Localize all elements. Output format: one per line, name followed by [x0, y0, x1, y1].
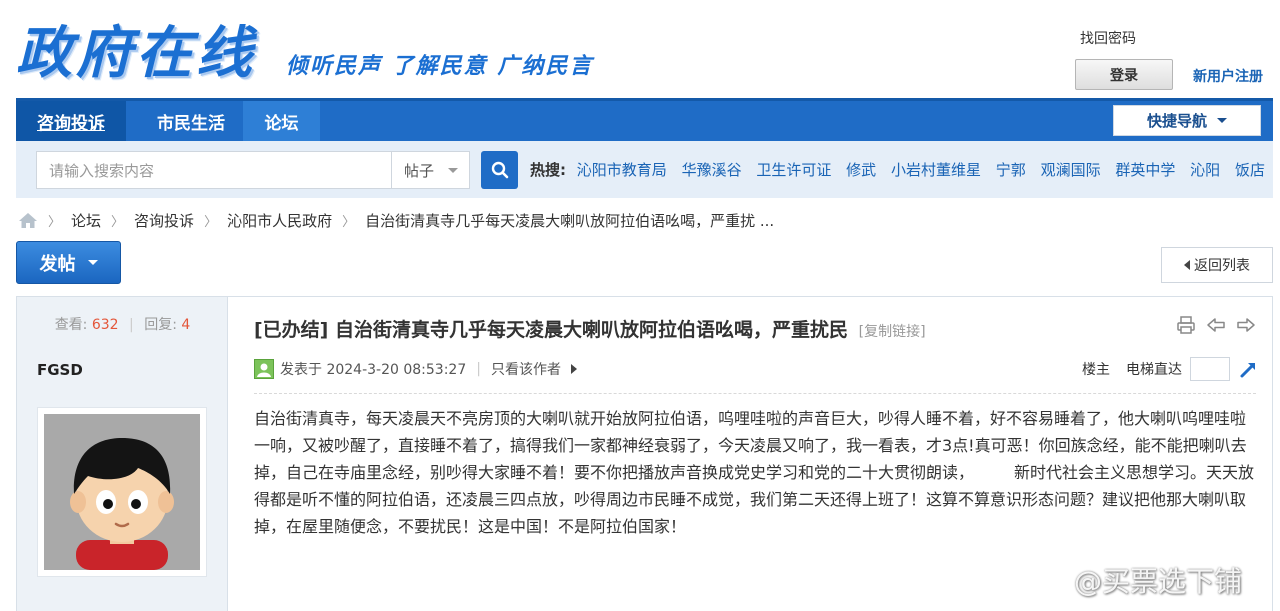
chevron-down-icon	[448, 167, 459, 173]
author-sidebar: 查看: 632 | 回复: 4 FGSD	[17, 297, 228, 611]
hot-link[interactable]: 群英中学	[1115, 161, 1175, 179]
title-tools	[1176, 315, 1256, 335]
chevron-down-icon	[87, 260, 98, 265]
triangle-left-icon	[1184, 260, 1190, 270]
watermark-text: @买票选下铺	[1074, 565, 1243, 598]
breadcrumb-separator: 〉	[342, 214, 356, 230]
breadcrumb-current: 自治街清真寺几乎每天凌晨大喇叭放阿拉伯语吆喝，严重扰 ...	[365, 211, 775, 230]
back-to-list-button[interactable]: 返回列表	[1161, 247, 1273, 283]
posted-at: 发表于 2024-3-20 08:53:27	[280, 362, 467, 378]
breadcrumb-separator: 〉	[111, 214, 125, 230]
jump-icon[interactable]	[1238, 358, 1260, 380]
post-divider	[254, 393, 1256, 394]
nav-item-consult[interactable]: 咨询投诉	[16, 101, 126, 141]
floor-number-input[interactable]	[1190, 357, 1230, 381]
post-title-text: [已办结] 自治街清真寺几乎每天凌晨大喇叭放阿拉伯语吆喝，严重扰民	[254, 319, 848, 341]
triangle-right-icon	[570, 364, 577, 374]
search-button[interactable]	[481, 151, 518, 189]
breadcrumb-item[interactable]: 咨询投诉	[134, 210, 194, 231]
hot-link[interactable]: 华豫溪谷	[682, 161, 742, 179]
back-to-list-label: 返回列表	[1194, 258, 1250, 274]
nav-item-life[interactable]: 市民生活	[136, 101, 246, 141]
weibo-logo-icon	[1040, 568, 1073, 594]
avatar-image	[44, 414, 200, 570]
new-post-button[interactable]: 发帖	[16, 241, 121, 284]
search-icon	[491, 161, 508, 179]
hot-link[interactable]: 沁阳市教育局	[577, 161, 667, 179]
hot-search: 热搜: 沁阳市教育局 华豫溪谷 卫生许可证 修武 小岩村董维星 宁郭 观澜国际 …	[530, 159, 1275, 180]
replies-label: 回复:	[144, 317, 177, 333]
search-scope-select[interactable]: 帖子	[391, 151, 470, 189]
next-thread-icon[interactable]	[1236, 315, 1256, 335]
post-stats: 查看: 632 | 回复: 4	[17, 314, 228, 334]
nav-item-forum[interactable]: 论坛	[243, 101, 320, 141]
hot-link[interactable]: 饭店	[1235, 161, 1265, 179]
hot-link[interactable]: 小岩村董维星	[891, 161, 981, 179]
only-author-link[interactable]: 只看该作者	[491, 359, 561, 379]
author-name[interactable]: FGSD	[37, 361, 83, 379]
register-link[interactable]: 新用户注册	[1193, 66, 1263, 86]
weibo-watermark: @买票选下铺	[1040, 560, 1242, 600]
elevator-label: 电梯直达	[1126, 362, 1182, 378]
print-icon[interactable]	[1176, 315, 1196, 335]
quick-nav-button[interactable]: 快捷导航	[1113, 105, 1261, 136]
floor-label: 楼主	[1082, 362, 1110, 378]
views-label: 查看:	[54, 317, 88, 333]
breadcrumb: 〉 论坛 〉 咨询投诉 〉 沁阳市人民政府 〉 自治街清真寺几乎每天凌晨大喇叭放…	[18, 208, 774, 232]
hot-search-label: 热搜:	[530, 161, 566, 179]
logo-text: 政府在线	[16, 20, 256, 86]
user-online-icon	[254, 359, 274, 379]
search-scope-label: 帖子	[404, 161, 435, 180]
login-button[interactable]: 登录	[1075, 59, 1173, 90]
stats-divider: |	[129, 317, 134, 333]
avatar[interactable]	[37, 407, 207, 577]
hot-link[interactable]: 卫生许可证	[756, 161, 831, 179]
floor-tools: 楼主 电梯直达	[1082, 357, 1260, 381]
main-nav: 咨询投诉 市民生活 论坛 快捷导航	[16, 98, 1273, 141]
post-body: 自治街清真寺，每天凌晨天不亮房顶的大喇叭就开始放阿拉伯语，呜哩哇啦的声音巨大，吵…	[254, 409, 1255, 536]
breadcrumb-separator: 〉	[48, 214, 62, 230]
post-title: [已办结] 自治街清真寺几乎每天凌晨大喇叭放阿拉伯语吆喝，严重扰民 [复制链接]	[254, 315, 926, 342]
hot-link[interactable]: 修武	[846, 161, 876, 179]
search-input[interactable]: 请输入搜索内容	[36, 151, 392, 189]
breadcrumb-separator: 〉	[204, 214, 218, 230]
hot-link[interactable]: 观澜国际	[1041, 161, 1101, 179]
search-bar: 请输入搜索内容 帖子 热搜: 沁阳市教育局 华豫溪谷 卫生许可证 修武 小岩村董…	[16, 141, 1273, 198]
replies-count: 4	[181, 317, 191, 333]
breadcrumb-item[interactable]: 沁阳市人民政府	[227, 210, 332, 231]
hot-link[interactable]: 宁郭	[996, 161, 1026, 179]
home-icon[interactable]	[18, 212, 38, 229]
site-logo[interactable]: 政府在线 倾听民声 了解民意 广纳民言	[16, 8, 626, 90]
meta-divider: |	[476, 361, 481, 377]
logo-slogan: 倾听民声 了解民意 广纳民言	[286, 53, 594, 79]
forgot-password-link[interactable]: 找回密码	[1080, 28, 1136, 48]
breadcrumb-item[interactable]: 论坛	[71, 210, 101, 231]
new-post-label: 发帖	[39, 253, 76, 275]
views-count: 632	[91, 317, 119, 333]
chevron-down-icon	[1217, 118, 1227, 123]
post-meta: 发表于 2024-3-20 08:53:27 | 只看该作者	[254, 359, 577, 379]
copy-link[interactable]: [复制链接]	[859, 324, 926, 340]
quick-nav-label: 快捷导航	[1146, 112, 1207, 130]
previous-thread-icon[interactable]	[1206, 315, 1226, 335]
hot-link[interactable]: 沁阳	[1190, 161, 1220, 179]
